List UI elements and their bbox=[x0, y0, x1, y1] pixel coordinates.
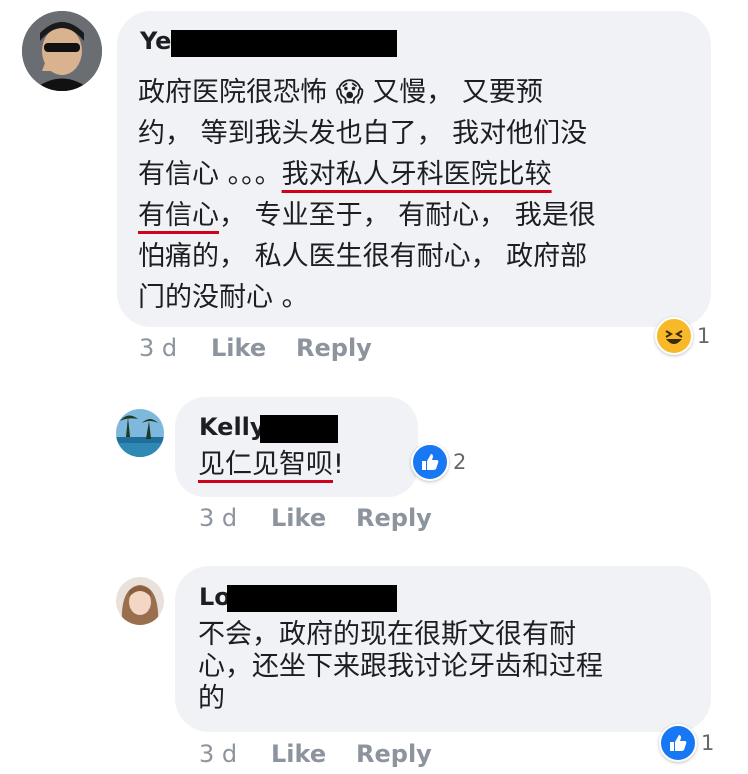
comment-text-segment: ， 专业至于， 有耐心， 我是很 bbox=[219, 200, 596, 231]
laugh-emoji-icon bbox=[655, 317, 693, 355]
like-button[interactable]: Like bbox=[211, 334, 266, 362]
reaction-count: 1 bbox=[697, 324, 711, 348]
reaction-summary[interactable]: 1 bbox=[655, 317, 711, 355]
comment-line: 有信心， 专业至于， 有耐心， 我是很 bbox=[138, 195, 596, 236]
avatar[interactable] bbox=[22, 11, 102, 91]
highlighted-text: 我对私人牙科医院比较 bbox=[281, 159, 552, 190]
avatar[interactable] bbox=[116, 409, 164, 457]
comment-time[interactable]: 3 d bbox=[139, 334, 177, 362]
comment-time[interactable]: 3 d bbox=[199, 504, 237, 532]
comment-line: 的 bbox=[198, 683, 225, 714]
reaction-count: 1 bbox=[701, 731, 715, 755]
redaction-bar bbox=[171, 30, 397, 57]
highlighted-text: 见仁见智呗 bbox=[198, 449, 333, 480]
commenter-name[interactable]: Kelly bbox=[199, 413, 266, 441]
reply-button[interactable]: Reply bbox=[356, 740, 432, 768]
avatar[interactable] bbox=[116, 577, 164, 625]
commenter-name[interactable]: Ye bbox=[140, 27, 171, 55]
thumbs-up-icon bbox=[659, 724, 697, 762]
comment-line: 见仁见智呗! bbox=[198, 444, 344, 485]
reaction-summary[interactable]: 1 bbox=[659, 724, 715, 762]
comment-line: 约， 等到我头发也白了， 我对他们没 bbox=[138, 118, 588, 149]
reaction-summary[interactable]: 2 bbox=[411, 443, 467, 481]
commenter-name[interactable]: Lo bbox=[199, 583, 231, 611]
reply-button[interactable]: Reply bbox=[296, 334, 372, 362]
comment-line: 政府医院很恐怖 😱 又慢， 又要预 bbox=[138, 77, 543, 108]
comment-line: 有信心 。。。我对私人牙科医院比较 bbox=[138, 154, 552, 195]
comment-text-segment: ! bbox=[333, 449, 344, 480]
comment-line: 怕痛的， 私人医生很有耐心， 政府部 bbox=[138, 241, 588, 272]
redaction-bar bbox=[260, 415, 338, 443]
comment-line: 心，还坐下来跟我讨论牙齿和过程 bbox=[198, 651, 603, 682]
like-button[interactable]: Like bbox=[271, 740, 326, 768]
comment-text-segment: 有信心 。。。 bbox=[138, 159, 282, 190]
reply-button[interactable]: Reply bbox=[356, 504, 432, 532]
highlighted-text: 有信心 bbox=[138, 200, 219, 231]
like-button[interactable]: Like bbox=[271, 504, 326, 532]
redaction-bar bbox=[227, 585, 397, 612]
comment-time[interactable]: 3 d bbox=[199, 740, 237, 768]
reaction-count: 2 bbox=[453, 450, 467, 474]
thumbs-up-icon bbox=[411, 443, 449, 481]
comment-line: 门的没耐心 。 bbox=[138, 282, 309, 313]
